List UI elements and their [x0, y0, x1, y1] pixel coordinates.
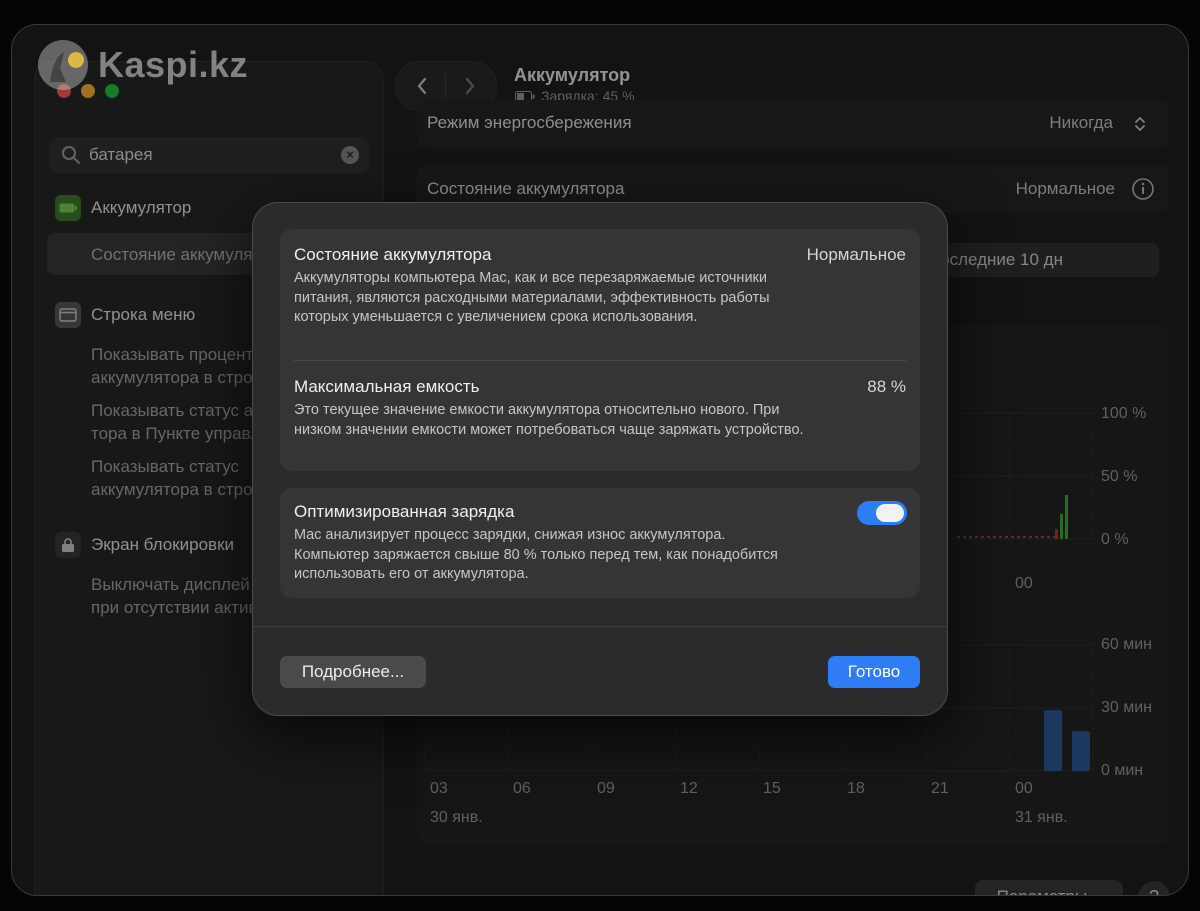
power-mode-select[interactable]: Никогда	[1049, 113, 1113, 133]
time-tick: 12	[680, 780, 698, 797]
capacity-description: Это текущее значение емкости аккумулятор…	[294, 402, 804, 438]
done-button[interactable]: Готово	[828, 656, 920, 688]
battery-axis-50: 50 %	[1101, 468, 1138, 485]
usage-axis-30: 30 мин	[1101, 699, 1153, 716]
lock-icon	[55, 532, 81, 558]
chevron-left-icon	[417, 77, 427, 95]
health-title: Состояние аккумулятора	[294, 245, 492, 264]
search-icon	[62, 146, 80, 164]
power-mode-row: Режим энергосбережения Никогда	[417, 100, 1169, 148]
back-button[interactable]	[408, 72, 436, 100]
forward-button[interactable]	[456, 72, 484, 100]
battery-health-dialog: Состояние аккумулятора Нормальное Аккуму…	[252, 202, 948, 716]
usage-bar	[1044, 710, 1062, 771]
usage-axis-60: 60 мин	[1101, 636, 1153, 653]
sidebar-item-label: Строка меню	[91, 305, 196, 324]
more-info-button[interactable]: Подробнее...	[280, 656, 426, 688]
date-label: 30 янв.	[430, 809, 483, 826]
power-mode-label: Режим энергосбережения	[427, 113, 632, 132]
search-value: батарея	[89, 145, 153, 164]
kaspi-logo-icon	[38, 40, 88, 90]
chevron-right-icon	[465, 77, 475, 95]
tab-last-10-days[interactable]: Последние 10 дн	[915, 243, 1159, 277]
sidebar-item-label: Аккумулятор	[91, 198, 192, 217]
help-button[interactable]: ?	[1138, 881, 1170, 895]
health-card: Состояние аккумулятора Нормальное Аккуму…	[280, 229, 920, 471]
time-tick: 03	[430, 780, 448, 797]
sidebar-item-battery[interactable]: Аккумулятор	[55, 195, 191, 221]
health-description: Аккумуляторы компьютера Mac, как и все п…	[294, 270, 770, 325]
page-title: Аккумулятор	[514, 65, 631, 85]
usage-axis-0: 0 мин	[1101, 762, 1144, 779]
updown-chevron-icon[interactable]	[1133, 114, 1147, 134]
time-tick: 09	[597, 780, 615, 797]
kaspi-watermark: Kaspi.kz	[36, 38, 248, 92]
capacity-title: Максимальная емкость	[294, 377, 480, 396]
parameters-button[interactable]: Параметры...	[975, 880, 1123, 895]
battery-axis-100: 100 %	[1101, 405, 1147, 422]
battery-bar	[1065, 494, 1068, 539]
menubar-icon	[55, 302, 81, 328]
optimized-charging-card: Оптимизированная зарядка Mac анализирует…	[280, 488, 920, 598]
divider	[294, 360, 906, 361]
sidebar-item-label: Экран блокировки	[91, 535, 235, 554]
battery-bar	[1060, 513, 1063, 539]
clear-search-icon[interactable]: ×	[341, 146, 359, 164]
usage-bar	[1072, 731, 1090, 771]
optimized-charging-toggle[interactable]	[857, 501, 907, 525]
toggle-knob	[876, 504, 904, 522]
sidebar-item-menubar[interactable]: Строка меню	[55, 302, 195, 328]
time-tick: 06	[513, 780, 531, 797]
optimized-title: Оптимизированная зарядка	[294, 502, 515, 521]
time-tick: 15	[763, 780, 781, 797]
dialog-divider	[253, 626, 947, 627]
sidebar-item-lock-screen[interactable]: Экран блокировки	[55, 532, 234, 558]
search-input[interactable]: батарея ×	[49, 137, 369, 173]
battery-icon	[55, 195, 81, 221]
battery-health-label: Состояние аккумулятора	[427, 179, 625, 198]
info-icon[interactable]	[1131, 177, 1155, 201]
capacity-value: 88 %	[867, 377, 906, 396]
battery-time-tick: 00	[1015, 575, 1033, 592]
battery-health-value: Нормальное	[1015, 179, 1115, 198]
date-label: 31 янв.	[1015, 809, 1068, 826]
health-value: Нормальное	[806, 245, 906, 264]
battery-axis-0: 0 %	[1101, 531, 1129, 548]
time-tick: 18	[847, 780, 865, 797]
time-tick: 21	[931, 780, 949, 797]
time-tick: 00	[1015, 780, 1033, 797]
battery-bar	[1055, 528, 1058, 539]
optimized-description: Mac анализирует процесс зарядки, снижая …	[294, 527, 778, 582]
